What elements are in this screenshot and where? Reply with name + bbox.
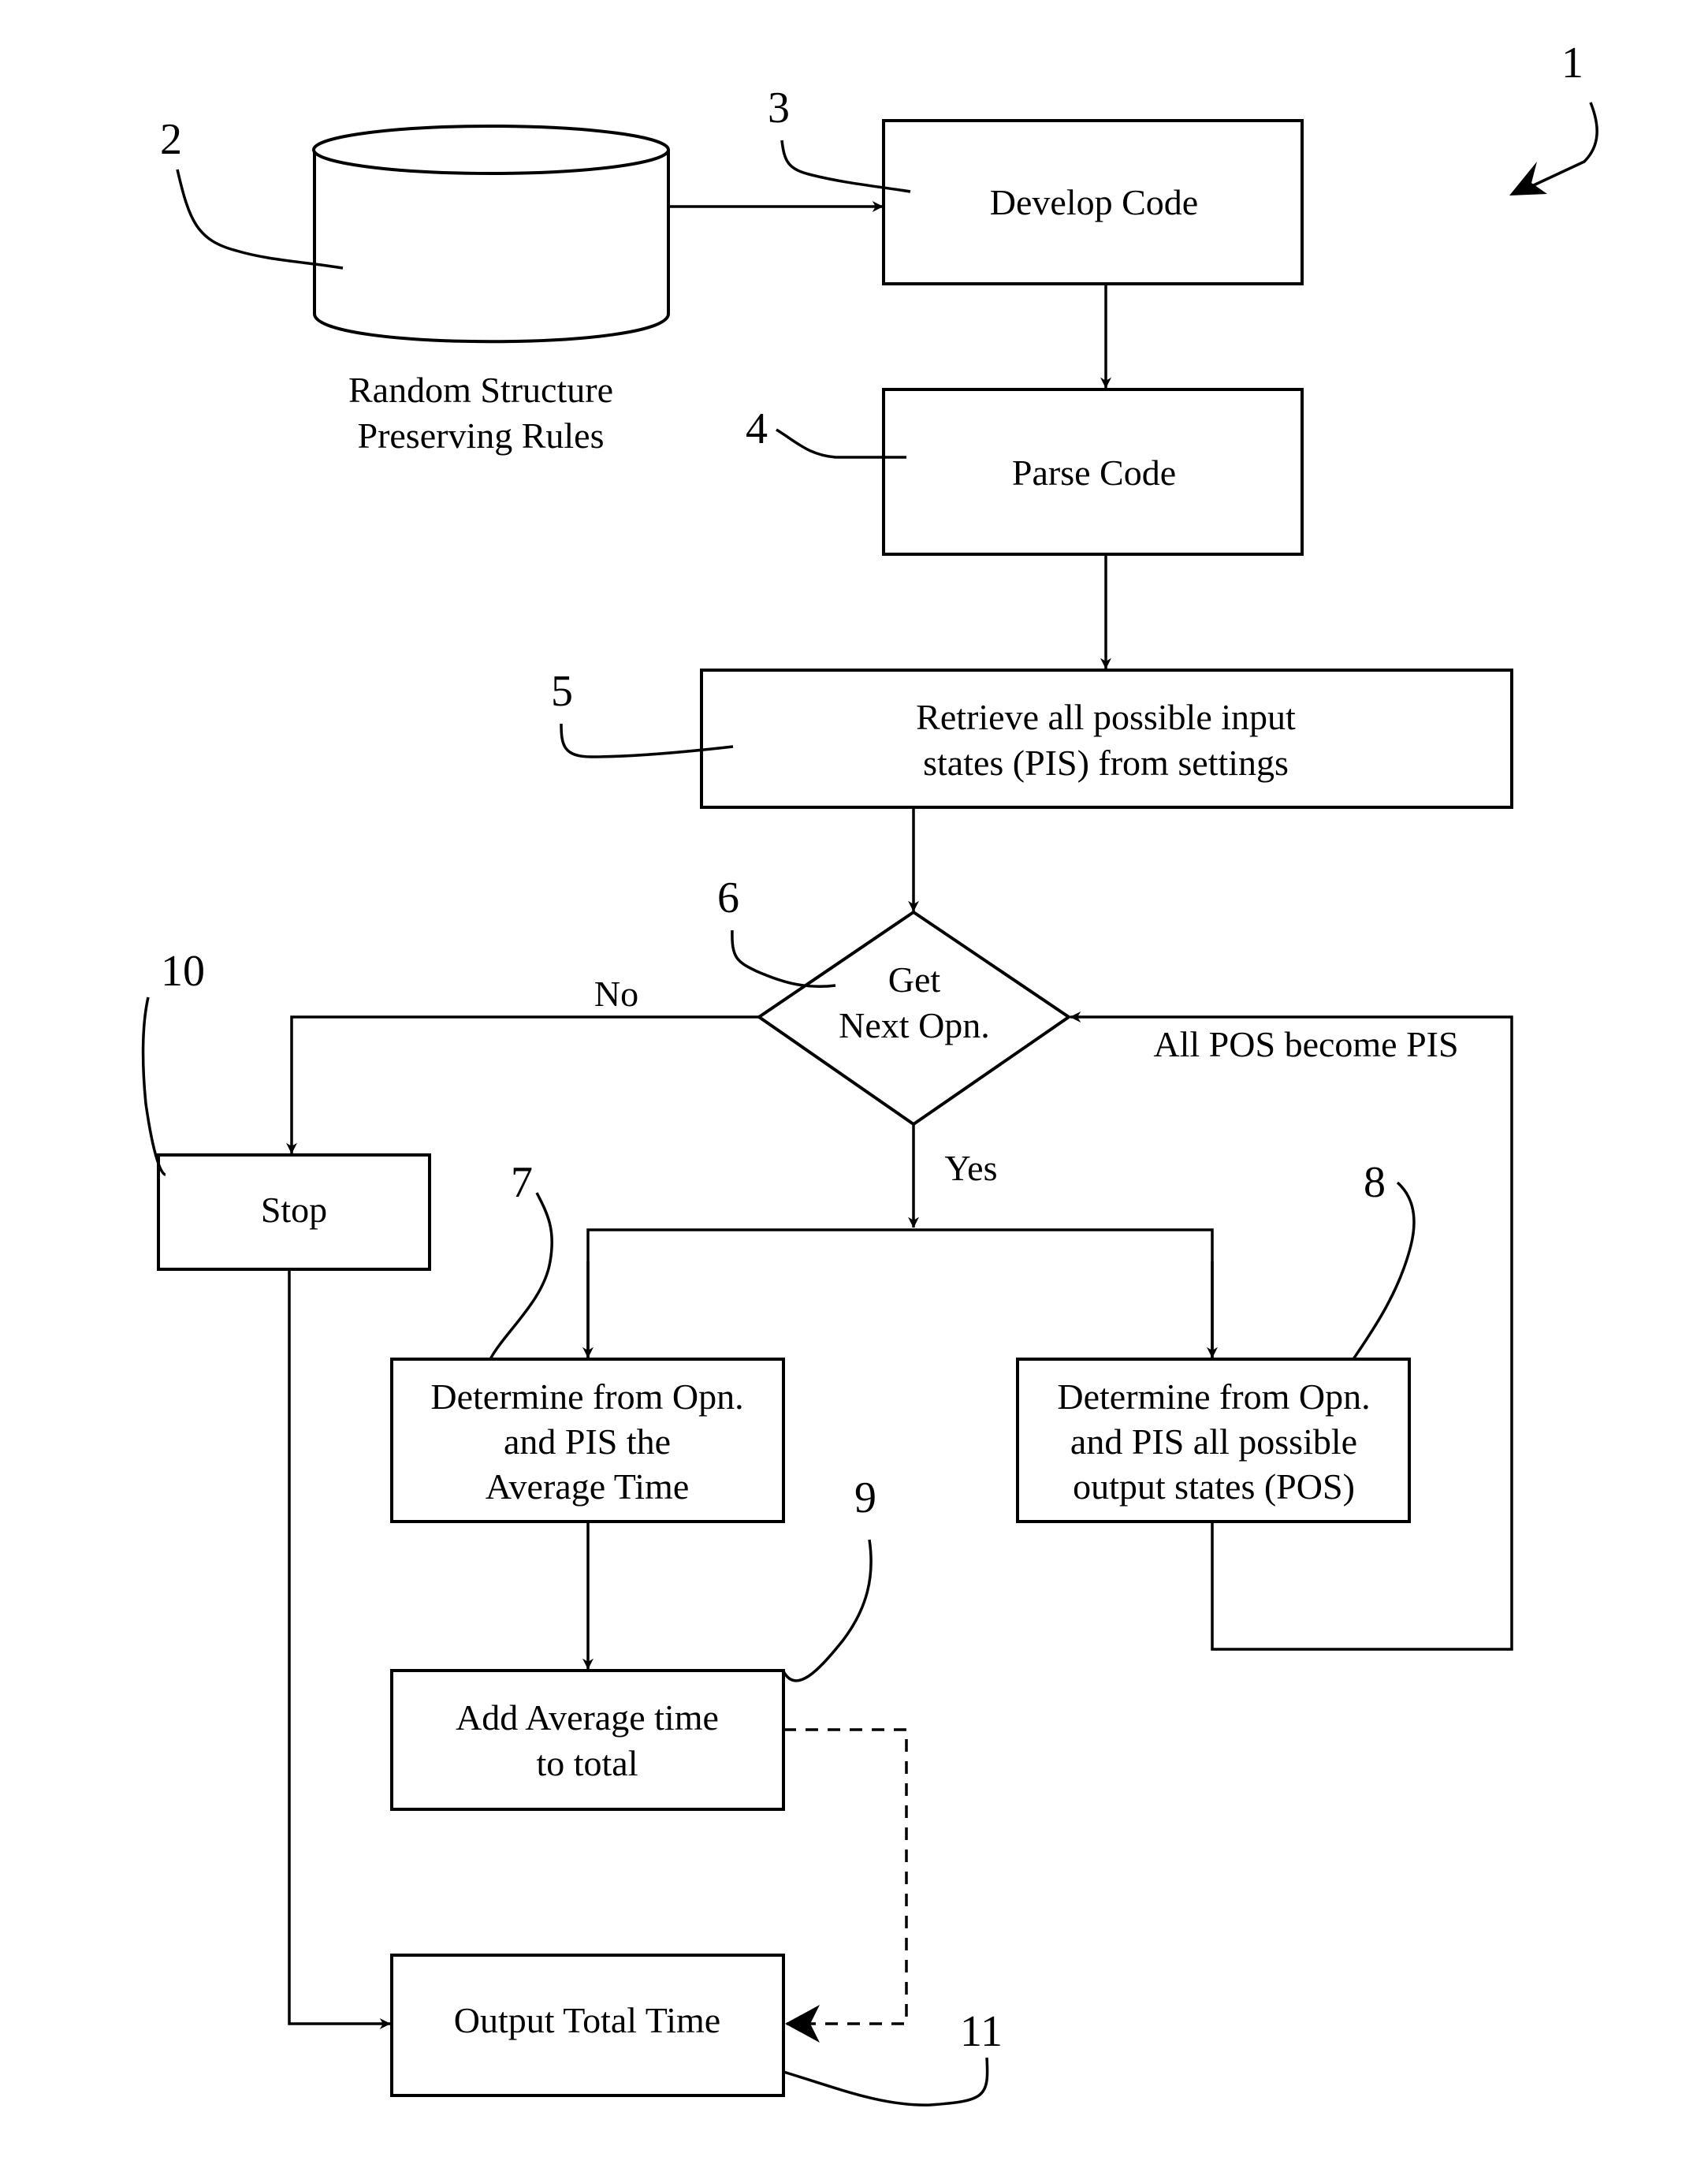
output-total-time-ref-number: 11 <box>960 2007 1003 2056</box>
node-stop: Stop 10 <box>141 947 431 1271</box>
node-parse-code: Parse Code 4 <box>746 388 1304 556</box>
figure-reference-arrowhead <box>1509 162 1547 196</box>
figure-reference-leader <box>1524 102 1598 191</box>
determine-average-time-label-line-1: Determine from Opn. <box>430 1376 743 1417</box>
node-output-total-time: Output Total Time 11 <box>390 1954 1003 2107</box>
flowchart-diagram: 1 Random Structure Preserving Rules 2 De… <box>141 39 1598 2107</box>
determine-average-time-label-line-3: Average Time <box>486 1466 690 1507</box>
develop-code-ref-number: 3 <box>768 84 790 132</box>
retrieve-pis-label-line-2: states (PIS) from settings <box>923 743 1289 783</box>
database-label-line-2: Preserving Rules <box>357 415 604 456</box>
database-cylinder-top <box>312 125 670 175</box>
node-retrieve-pis: Retrieve all possible input states (PIS)… <box>551 667 1513 809</box>
figure-number-label: 1 <box>1561 39 1583 88</box>
edge-decision-no-to-stop <box>286 1015 759 1154</box>
figure-reference: 1 <box>1509 39 1598 196</box>
decision-ref-number: 6 <box>717 874 739 922</box>
edge-no-label: No <box>594 974 638 1014</box>
determine-average-time-label-line-2: and PIS the <box>504 1421 671 1462</box>
determine-pos-label-line-3: output states (POS) <box>1073 1466 1355 1507</box>
add-average-time-ref-number: 9 <box>854 1473 876 1522</box>
decision-label-line-2: Next Opn. <box>839 1005 990 1045</box>
database-ref-number: 2 <box>160 115 182 164</box>
edge-pos-loop-to-decision <box>1070 1011 1513 1651</box>
retrieve-pis-label-line-1: Retrieve all possible input <box>916 697 1296 737</box>
edge-yes-label: Yes <box>945 1148 998 1188</box>
node-get-next-opn: Get Next Opn. 6 <box>717 874 1072 1127</box>
node-add-average-time: Add Average time to total 9 <box>390 1473 876 1811</box>
output-total-time-label: Output Total Time <box>454 2000 720 2040</box>
edge-loop-label: All POS become PIS <box>1153 1024 1458 1064</box>
determine-pos-label-line-1: Determine from Opn. <box>1057 1376 1370 1417</box>
add-average-time-box <box>390 1669 785 1811</box>
add-average-time-label-line-2: to total <box>536 1743 638 1783</box>
determine-average-time-ref-leader <box>489 1192 554 1360</box>
stop-ref-number: 10 <box>161 947 205 996</box>
parse-code-ref-number: 4 <box>746 404 768 453</box>
edge-add-to-output-dashed <box>783 1728 908 2025</box>
output-total-time-ref-leader <box>783 2057 989 2107</box>
determine-pos-ref-leader <box>1352 1181 1416 1360</box>
edge-stop-to-output <box>288 1270 391 2029</box>
determine-pos-ref-number: 8 <box>1364 1158 1386 1207</box>
database-label-line-1: Random Structure <box>348 370 613 410</box>
develop-code-label: Develop Code <box>990 182 1198 222</box>
node-database: Random Structure Preserving Rules 2 <box>160 115 670 456</box>
node-develop-code: Develop Code 3 <box>768 84 1304 285</box>
add-average-time-ref-leader <box>782 1539 873 1682</box>
retrieve-pis-ref-number: 5 <box>551 667 573 716</box>
parse-code-label: Parse Code <box>1012 453 1176 493</box>
add-average-time-label-line-1: Add Average time <box>456 1697 719 1738</box>
determine-pos-label-line-2: and PIS all possible <box>1070 1421 1357 1462</box>
decision-label-line-1: Get <box>888 959 941 1000</box>
determine-average-time-ref-number: 7 <box>511 1158 533 1207</box>
edge-split-bus <box>586 1228 1214 1358</box>
retrieve-pis-box <box>700 669 1513 809</box>
database-cylinder-body <box>313 150 670 344</box>
stop-ref-leader <box>141 996 166 1176</box>
node-determine-pos: Determine from Opn. and PIS all possible… <box>1016 1158 1416 1523</box>
stop-label: Stop <box>261 1190 327 1230</box>
